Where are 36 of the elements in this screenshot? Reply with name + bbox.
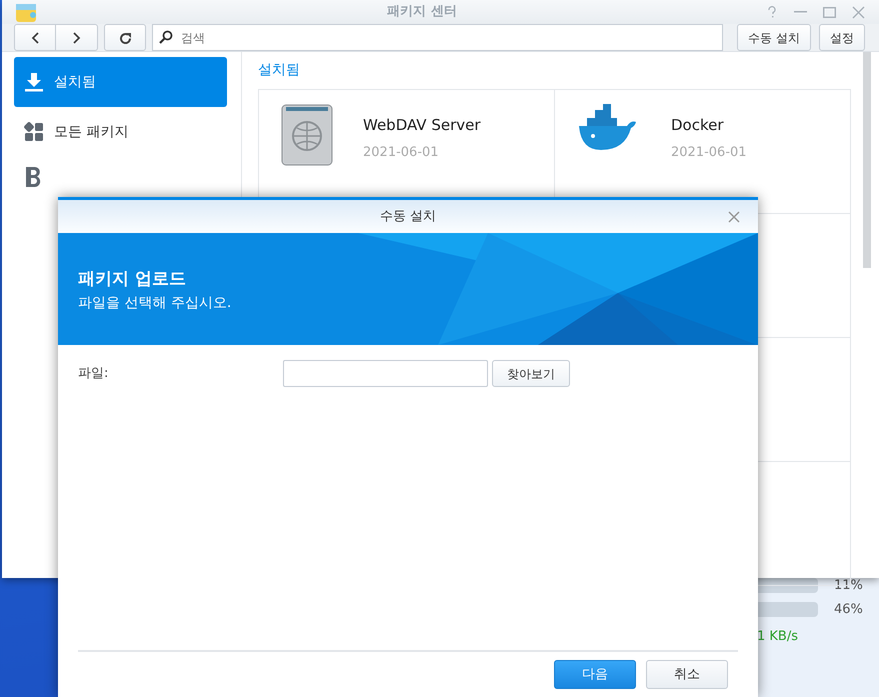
file-field[interactable] [283,360,488,387]
close-icon[interactable] [728,210,740,222]
banner-subtitle: 파일을 선택해 주십시오. [78,294,232,312]
help-icon[interactable] [766,6,778,18]
browse-button[interactable]: 찾아보기 [492,360,570,387]
download-icon [24,72,44,92]
search-icon [159,30,173,44]
chevron-right-icon [72,32,80,44]
drive-icon [281,104,333,166]
speed-reading: 1 KB/s [757,629,798,644]
refresh-icon [118,32,132,45]
maximize-icon[interactable] [823,6,836,18]
section-title: 설치됨 [258,61,301,80]
minimize-icon[interactable] [794,11,807,13]
close-icon[interactable] [852,6,865,18]
search-field[interactable]: 검색 [152,24,724,51]
manual-install-button[interactable]: 수동 설치 [737,24,811,51]
package-name: Docker [671,115,725,136]
usage-reading: 46% [834,600,863,618]
package-date: 2021-06-01 [363,144,440,162]
package-name: WebDAV Server [363,115,481,136]
field-label: 파일: [78,364,110,383]
cancel-button[interactable]: 취소 [646,660,728,689]
window-title: 패키지 센터 [386,3,458,22]
sidebar-item[interactable]: 모든 패키지 [14,107,227,157]
grid-icon [24,122,44,142]
chevron-left-icon [31,32,39,44]
package-date: 2021-06-01 [671,144,747,162]
settings-button[interactable]: 설정 [819,24,865,51]
scrollbar[interactable] [863,52,871,268]
refresh-button[interactable] [104,24,146,51]
forward-button[interactable] [56,24,98,51]
sidebar-item[interactable]: 설치됨 [14,57,227,107]
banner-title: 패키지 업로드 [78,268,187,291]
back-button[interactable] [14,24,56,51]
usage-reading: 11% [834,577,863,595]
